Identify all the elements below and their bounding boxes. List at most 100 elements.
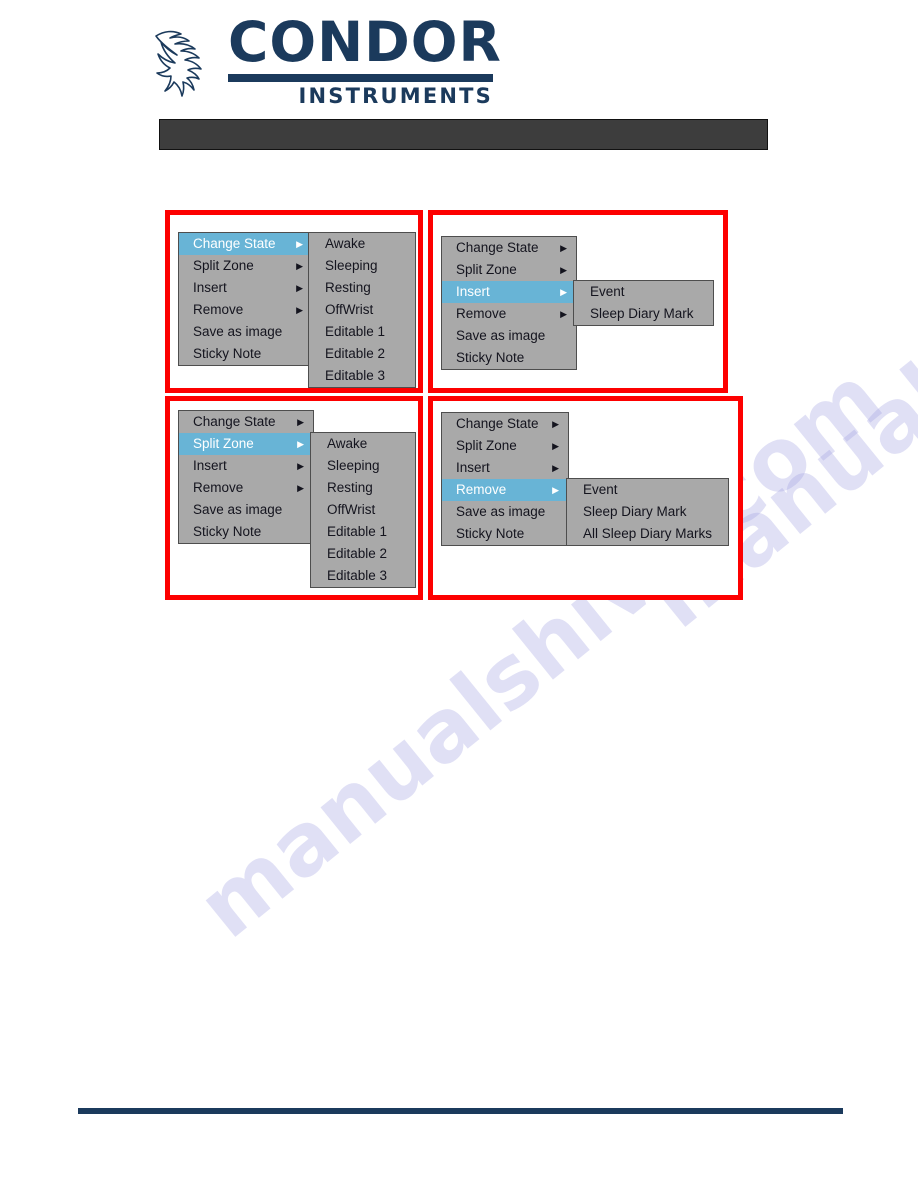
menu-item-label: Change State <box>193 414 276 429</box>
menu-item-label: Save as image <box>456 504 546 519</box>
submenu-item-resting[interactable]: Resting <box>309 277 415 299</box>
menu-item-split-zone[interactable]: Split Zone ▶ <box>442 435 568 457</box>
menu-item-label: Remove <box>456 482 507 497</box>
submenu-item-editable-2[interactable]: Editable 2 <box>309 343 415 365</box>
menu-item-remove[interactable]: Remove ▶ <box>179 477 313 499</box>
menu-item-insert[interactable]: Insert ▶ <box>179 455 313 477</box>
menu-item-label: Sticky Note <box>456 526 525 541</box>
menu-item-label: Change State <box>193 236 276 251</box>
menu-item-label: Insert <box>193 280 227 295</box>
context-menu-panel-remove[interactable]: Change State ▶ Split Zone ▶ Insert ▶ Remove ▶ Sa… <box>441 412 569 546</box>
menu-item-change-state[interactable]: Change State ▶ <box>179 411 313 433</box>
condor-bird-icon <box>150 20 228 100</box>
chevron-right-icon: ▶ <box>296 305 303 315</box>
submenu-item-resting[interactable]: Resting <box>311 477 415 499</box>
submenu-item-sleep-diary-mark[interactable]: Sleep Diary Mark <box>567 501 728 523</box>
submenu-item-label: Sleeping <box>325 258 378 273</box>
menu-item-label: Insert <box>456 284 490 299</box>
submenu-item-sleep-diary-mark[interactable]: Sleep Diary Mark <box>574 303 713 325</box>
menu-item-label: Sticky Note <box>456 350 525 365</box>
chevron-right-icon: ▶ <box>297 439 304 449</box>
chevron-right-icon: ▶ <box>296 261 303 271</box>
menu-item-label: Remove <box>193 302 244 317</box>
menu-item-split-zone[interactable]: Split Zone ▶ <box>442 259 576 281</box>
menu-item-save-as-image[interactable]: Save as image <box>442 325 576 347</box>
menu-item-label: Sticky Note <box>193 346 262 361</box>
submenu-item-label: Awake <box>327 436 368 451</box>
menu-item-remove[interactable]: Remove ▶ <box>442 479 568 501</box>
submenu-item-editable-1[interactable]: Editable 1 <box>311 521 415 543</box>
menu-item-remove[interactable]: Remove ▶ <box>442 303 576 325</box>
submenu-item-offwrist[interactable]: OffWrist <box>309 299 415 321</box>
menu-item-label: Insert <box>456 460 490 475</box>
menu-item-change-state[interactable]: Change State ▶ <box>179 233 312 255</box>
menu-item-sticky-note[interactable]: Sticky Note <box>179 521 313 543</box>
submenu-item-editable-3[interactable]: Editable 3 <box>309 365 415 387</box>
submenu-item-label: Resting <box>327 480 373 495</box>
submenu-item-sleeping[interactable]: Sleeping <box>309 255 415 277</box>
menu-item-insert[interactable]: Insert ▶ <box>442 281 576 303</box>
menu-item-change-state[interactable]: Change State ▶ <box>442 413 568 435</box>
submenu-item-label: Resting <box>325 280 371 295</box>
submenu-item-event[interactable]: Event <box>567 479 728 501</box>
menu-item-change-state[interactable]: Change State ▶ <box>442 237 576 259</box>
menu-item-split-zone[interactable]: Split Zone ▶ <box>179 433 313 455</box>
chevron-right-icon: ▶ <box>297 461 304 471</box>
submenu-item-event[interactable]: Event <box>574 281 713 303</box>
submenu-panel-remove[interactable]: Event Sleep Diary Mark All Sleep Diary Mar… <box>566 478 729 546</box>
submenu-item-label: Editable 3 <box>325 368 386 383</box>
menu-item-sticky-note[interactable]: Sticky Note <box>442 347 576 369</box>
menu-item-save-as-image[interactable]: Save as image <box>442 501 568 523</box>
menu-item-sticky-note[interactable]: Sticky Note <box>179 343 312 365</box>
submenu-item-editable-2[interactable]: Editable 2 <box>311 543 415 565</box>
submenu-item-editable-3[interactable]: Editable 3 <box>311 565 415 587</box>
menu-item-split-zone[interactable]: Split Zone ▶ <box>179 255 312 277</box>
menu-item-label: Save as image <box>193 324 283 339</box>
submenu-item-label: Event <box>590 284 625 299</box>
context-menu-panel-change-state[interactable]: Change State ▶ Split Zone ▶ Insert ▶ Remove ▶ Sa… <box>178 232 313 366</box>
menu-item-label: Remove <box>456 306 507 321</box>
menu-item-label: Insert <box>193 458 227 473</box>
submenu-item-awake[interactable]: Awake <box>311 433 415 455</box>
brand-name: CONDOR <box>228 10 502 74</box>
context-menu-panel-split-zone[interactable]: Change State ▶ Split Zone ▶ Insert ▶ Remove ▶ Sa… <box>178 410 314 544</box>
chevron-right-icon: ▶ <box>560 287 567 297</box>
submenu-panel-change-state[interactable]: Awake Sleeping Resting OffWrist Editable 1 Ed… <box>308 232 416 388</box>
menu-item-insert[interactable]: Insert ▶ <box>442 457 568 479</box>
submenu-item-label: Awake <box>325 236 366 251</box>
menu-item-sticky-note[interactable]: Sticky Note <box>442 523 568 545</box>
submenu-item-label: All Sleep Diary Marks <box>583 526 713 541</box>
submenu-item-label: OffWrist <box>325 302 374 317</box>
chevron-right-icon: ▶ <box>552 485 559 495</box>
menu-item-save-as-image[interactable]: Save as image <box>179 499 313 521</box>
context-menu-panel-insert[interactable]: Change State ▶ Split Zone ▶ Insert ▶ Remove ▶ Sa… <box>441 236 577 370</box>
submenu-item-label: Editable 2 <box>327 546 388 561</box>
submenu-item-label: Sleep Diary Mark <box>583 504 687 519</box>
chevron-right-icon: ▶ <box>296 283 303 293</box>
menu-item-label: Save as image <box>456 328 546 343</box>
menu-item-label: Split Zone <box>193 258 254 273</box>
chevron-right-icon: ▶ <box>560 265 567 275</box>
submenu-panel-split-zone[interactable]: Awake Sleeping Resting OffWrist Editable 1 Ed… <box>310 432 416 588</box>
brand-logo: CONDOR INSTRUMENTS <box>150 10 502 110</box>
submenu-item-label: Editable 1 <box>327 524 388 539</box>
submenu-item-sleeping[interactable]: Sleeping <box>311 455 415 477</box>
chevron-right-icon: ▶ <box>552 463 559 473</box>
submenu-panel-insert[interactable]: Event Sleep Diary Mark <box>573 280 714 326</box>
brand-subtitle: INSTRUMENTS <box>298 84 493 108</box>
submenu-item-editable-1[interactable]: Editable 1 <box>309 321 415 343</box>
menu-item-insert[interactable]: Insert ▶ <box>179 277 312 299</box>
submenu-item-label: Event <box>583 482 618 497</box>
chevron-right-icon: ▶ <box>296 239 303 249</box>
submenu-item-all-sleep-diary-marks[interactable]: All Sleep Diary Marks <box>567 523 728 545</box>
submenu-item-label: Editable 2 <box>325 346 386 361</box>
chevron-right-icon: ▶ <box>297 417 304 427</box>
chevron-right-icon: ▶ <box>560 243 567 253</box>
menu-item-save-as-image[interactable]: Save as image <box>179 321 312 343</box>
submenu-item-awake[interactable]: Awake <box>309 233 415 255</box>
submenu-item-label: Editable 3 <box>327 568 388 583</box>
section-title-bar <box>159 119 768 150</box>
menu-item-remove[interactable]: Remove ▶ <box>179 299 312 321</box>
menu-item-label: Change State <box>456 416 539 431</box>
submenu-item-offwrist[interactable]: OffWrist <box>311 499 415 521</box>
